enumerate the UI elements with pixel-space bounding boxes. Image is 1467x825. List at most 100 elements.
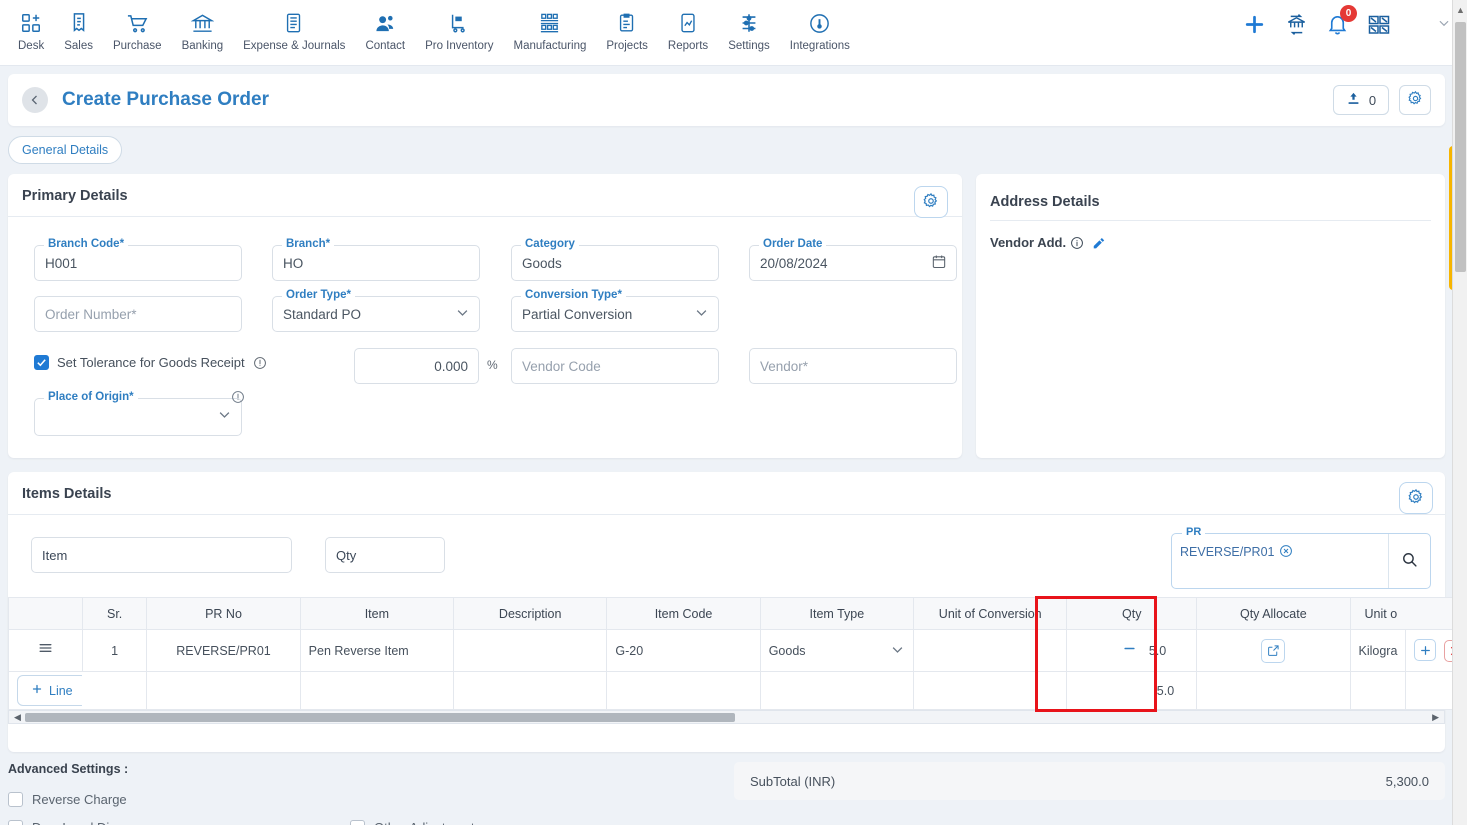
- manufacturing-icon: [538, 10, 561, 36]
- doc-level-disc-checkbox[interactable]: [8, 819, 23, 825]
- external-link-icon[interactable]: [1261, 638, 1286, 663]
- option-label: Reverse Charge: [32, 791, 127, 807]
- reverse-charge-checkbox[interactable]: [8, 791, 23, 807]
- scrollbar-thumb[interactable]: [25, 713, 735, 722]
- bell-icon[interactable]: 0: [1326, 5, 1357, 36]
- back-button[interactable]: [22, 87, 48, 113]
- vendor-field[interactable]: Vendor*: [749, 348, 957, 384]
- order-type-field[interactable]: Order Type* Standard PO: [272, 289, 480, 332]
- place-of-origin-field[interactable]: Place of Origin*: [34, 391, 244, 436]
- totals-blank-8: [1196, 671, 1351, 710]
- row-qty-decrement-cell: [1066, 629, 1141, 672]
- chevron-down-icon[interactable]: [1437, 16, 1451, 33]
- chevron-left-icon[interactable]: ◀: [14, 712, 21, 723]
- integrations-plug-icon: [808, 10, 831, 36]
- conversion-type-field[interactable]: Conversion Type* Partial Conversion: [511, 289, 719, 332]
- header-settings-button[interactable]: [1399, 85, 1431, 115]
- row-item-type[interactable]: Goods: [759, 629, 915, 672]
- plus-icon[interactable]: [1242, 12, 1267, 37]
- items-table-scrollbar[interactable]: ◀ ▶: [8, 710, 1445, 724]
- tab-general-details[interactable]: General Details: [8, 136, 123, 164]
- attachments-button[interactable]: 0: [1333, 85, 1389, 115]
- items-details-title: Items Details: [22, 486, 112, 502]
- nav-item-sales[interactable]: Sales: [54, 8, 103, 54]
- page-scrollbar-thumb[interactable]: [1455, 22, 1466, 272]
- chevron-down-icon[interactable]: [890, 642, 905, 660]
- row-drag-handle-cell[interactable]: [8, 629, 83, 672]
- items-search-row: Item Qty PR REVERSE/PR01: [22, 525, 1431, 597]
- nav-item-settings[interactable]: Settings: [718, 8, 780, 54]
- calendar-icon[interactable]: [931, 254, 947, 273]
- settings-sliders-icon: [738, 10, 760, 36]
- minus-icon[interactable]: [1122, 643, 1137, 660]
- order-number-field[interactable]: Order Number*: [34, 296, 242, 332]
- option-label: Other Adjustment: [374, 820, 474, 825]
- totals-blank-9: [1349, 671, 1407, 710]
- table-row[interactable]: 1 REVERSE/PR01 Pen Reverse Item G-20 Goo…: [8, 629, 1467, 672]
- nav-item-integrations[interactable]: Integrations: [780, 8, 860, 54]
- primary-details-settings-button[interactable]: [914, 186, 948, 218]
- row-qty-cell[interactable]: 5.0: [1140, 629, 1198, 672]
- pr-search-button[interactable]: [1388, 534, 1430, 588]
- category-field[interactable]: Category Goods: [511, 238, 719, 281]
- top-navigation-bar: Desk Sales Purchase Banking Expense & Jo…: [0, 0, 1467, 66]
- chevron-right-icon[interactable]: ▶: [1432, 712, 1439, 723]
- pr-selector[interactable]: PR REVERSE/PR01: [1171, 526, 1431, 589]
- row-qty-allocate-cell[interactable]: [1196, 629, 1351, 672]
- items-table: Sr. PR No Item Description Item Code Ite…: [8, 597, 1467, 710]
- bank-transfer-icon[interactable]: [1285, 13, 1308, 36]
- totals-blank-1: [82, 671, 148, 710]
- other-adjustment-checkbox[interactable]: [350, 819, 365, 825]
- add-line-label: Line: [49, 683, 73, 698]
- set-tolerance-checkbox[interactable]: [34, 355, 49, 370]
- order-date-field[interactable]: Order Date 20/08/2024: [749, 238, 957, 281]
- scroll-up-arrow-icon[interactable]: ▲: [1456, 5, 1465, 15]
- pencil-icon[interactable]: [1092, 236, 1106, 250]
- col-item-type: Item Type: [759, 597, 915, 630]
- item-search-input[interactable]: Item: [31, 537, 292, 573]
- row-item-type-value: Goods: [768, 643, 806, 658]
- row-item[interactable]: Pen Reverse Item: [299, 629, 455, 672]
- vendor-placeholder: Vendor*: [760, 358, 809, 374]
- primary-details-card: Primary Details Branch Code* H001 Branch…: [8, 174, 962, 458]
- drag-handle-icon[interactable]: [36, 643, 55, 660]
- add-line-button[interactable]: Line: [17, 675, 83, 706]
- advanced-option-doc-level-disc[interactable]: Doc. Level Disc.: [8, 813, 350, 825]
- nav-item-desk[interactable]: Desk: [8, 8, 54, 54]
- row-pr-no: REVERSE/PR01: [146, 629, 301, 672]
- branch-field[interactable]: Branch* HO: [272, 238, 480, 281]
- nav-item-banking[interactable]: Banking: [172, 8, 234, 54]
- info-icon[interactable]: [253, 356, 267, 370]
- vendor-code-field[interactable]: Vendor Code: [511, 348, 719, 384]
- info-icon[interactable]: [1070, 236, 1084, 250]
- nav-item-manufacturing[interactable]: Manufacturing: [503, 8, 596, 54]
- row-unit-of-conversion[interactable]: [913, 629, 1068, 672]
- row-description[interactable]: [453, 629, 608, 672]
- notification-badge: 0: [1340, 5, 1357, 22]
- items-details-settings-button[interactable]: [1399, 482, 1433, 514]
- branch-code-field[interactable]: Branch Code* H001: [34, 238, 242, 281]
- qty-search-input[interactable]: Qty: [325, 537, 445, 573]
- tolerance-value-field[interactable]: 0.000: [354, 348, 479, 384]
- nav-item-pro-inventory[interactable]: Pro Inventory: [415, 8, 503, 54]
- advanced-option-other-adjustment[interactable]: Other Adjustment: [350, 813, 692, 825]
- field-label: Branch Code*: [44, 238, 129, 250]
- nav-item-reports[interactable]: Reports: [658, 8, 718, 54]
- info-icon[interactable]: [231, 390, 245, 407]
- advanced-option-reverse-charge[interactable]: Reverse Charge: [8, 785, 350, 813]
- field-label: Place of Origin*: [44, 391, 138, 403]
- grid-apps-icon[interactable]: [1367, 13, 1391, 37]
- order-date-value: 20/08/2024: [760, 255, 828, 271]
- purchase-cart-icon: [126, 10, 149, 36]
- nav-item-purchase[interactable]: Purchase: [103, 8, 172, 54]
- close-circle-icon[interactable]: [1279, 544, 1293, 561]
- pr-chip[interactable]: REVERSE/PR01: [1180, 542, 1293, 562]
- page-scrollbar[interactable]: ▲: [1452, 0, 1467, 825]
- row-item-code: G-20: [606, 629, 761, 672]
- nav-item-contact[interactable]: Contact: [355, 8, 415, 54]
- nav-item-expense-journals[interactable]: Expense & Journals: [233, 8, 355, 54]
- nav-item-projects[interactable]: Projects: [596, 8, 658, 54]
- category-value: Goods: [522, 255, 562, 271]
- chevron-down-icon: [694, 305, 709, 323]
- row-add-button[interactable]: [1414, 639, 1437, 662]
